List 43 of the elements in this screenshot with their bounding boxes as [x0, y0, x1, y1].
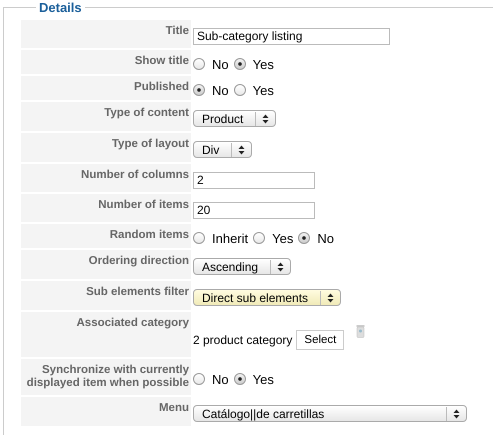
radio-label[interactable]: Inherit — [212, 230, 248, 246]
radio-label[interactable]: Yes — [252, 82, 274, 98]
field-label: Show title — [21, 50, 191, 74]
radio-label[interactable]: No — [317, 230, 334, 246]
field-label: Type of layout — [21, 133, 191, 162]
radio-label[interactable]: No — [212, 372, 229, 386]
radio-label[interactable]: Yes — [252, 56, 274, 72]
dropdown[interactable]: Catálogo||de carretillas — [193, 405, 467, 422]
dropdown[interactable]: Direct sub elements — [193, 289, 342, 306]
radio-label[interactable]: Yes — [272, 230, 294, 246]
field-label: Ordering direction — [21, 250, 191, 279]
field-label: Associated category — [21, 312, 191, 357]
radio-button[interactable] — [193, 84, 205, 96]
field-label: Number of items — [21, 194, 191, 222]
select-button[interactable]: Select — [296, 330, 344, 350]
radio-label[interactable]: Yes — [252, 372, 274, 386]
radio-button[interactable] — [234, 373, 246, 385]
radio-button[interactable] — [234, 84, 246, 96]
dropdown[interactable]: Div — [193, 141, 252, 158]
radio-label[interactable]: No — [212, 82, 229, 98]
dropdown[interactable]: Ascending — [193, 258, 292, 275]
field-label: Menu — [21, 397, 191, 426]
text-field[interactable]: 2 — [193, 172, 315, 188]
text-field[interactable]: 20 — [193, 202, 315, 218]
radio-button[interactable] — [193, 232, 205, 244]
radio-button[interactable] — [253, 232, 266, 244]
field-label: Type of content — [21, 102, 191, 131]
category-value: 2 product category — [193, 332, 292, 348]
field-label: Published — [21, 76, 191, 100]
field-label: Number of columns — [21, 164, 191, 192]
dropdown[interactable]: Product — [193, 110, 276, 127]
radio-button[interactable] — [298, 232, 310, 244]
field-label: Random items — [21, 224, 191, 248]
radio-button[interactable] — [234, 58, 246, 70]
radio-label[interactable]: No — [212, 56, 229, 72]
section-title: Details — [38, 0, 83, 15]
text-field[interactable]: Sub-category listing — [193, 28, 390, 44]
radio-button[interactable] — [193, 58, 205, 70]
radio-button[interactable] — [193, 373, 205, 385]
field-label: Title — [21, 20, 191, 48]
field-label: Sub elements filter — [21, 281, 191, 310]
field-label: Synchronize with currently displayed item when possible — [21, 359, 191, 395]
trash-icon[interactable] — [356, 324, 366, 338]
